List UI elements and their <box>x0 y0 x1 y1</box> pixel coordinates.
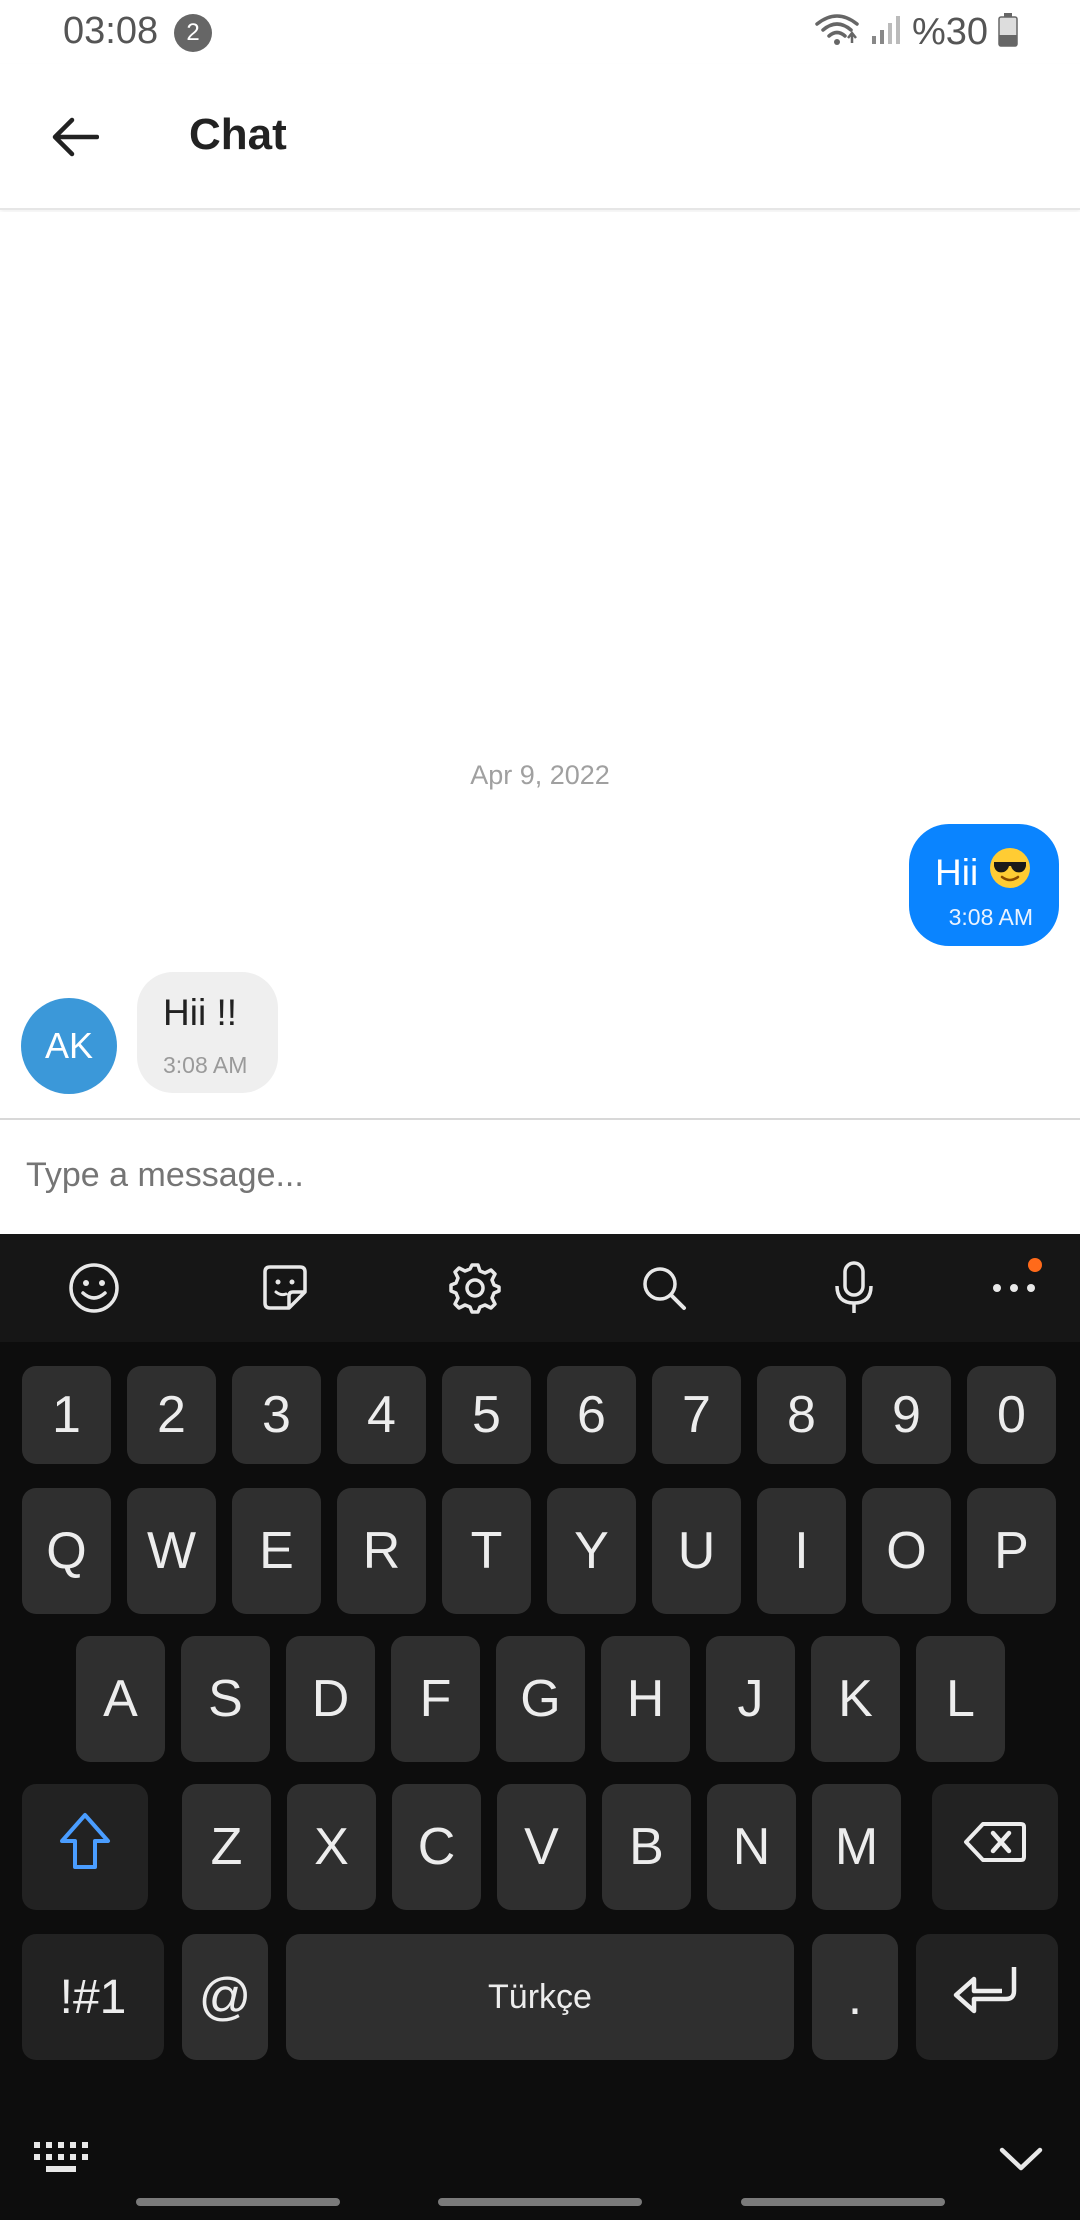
key-e[interactable]: E <box>232 1488 321 1614</box>
key-t[interactable]: T <box>442 1488 531 1614</box>
enter-icon <box>952 1963 1022 2032</box>
wifi-icon <box>814 12 860 53</box>
chat-messages[interactable]: Apr 9, 2022 Hii 3:08 AM AK Hii !! 3:08 A… <box>0 212 1080 1118</box>
key-9[interactable]: 9 <box>862 1366 951 1464</box>
at-key[interactable]: @ <box>182 1934 268 2060</box>
key-o[interactable]: O <box>862 1488 951 1614</box>
key-m[interactable]: M <box>812 1784 901 1910</box>
sticker-icon[interactable] <box>255 1258 315 1318</box>
key-0[interactable]: 0 <box>967 1366 1056 1464</box>
enter-key[interactable] <box>916 1934 1058 2060</box>
key-w[interactable]: W <box>127 1488 216 1614</box>
key-c[interactable]: C <box>392 1784 481 1910</box>
key-8[interactable]: 8 <box>757 1366 846 1464</box>
key-u[interactable]: U <box>652 1488 741 1614</box>
outgoing-message-content: Hii <box>935 846 1032 899</box>
key-7[interactable]: 7 <box>652 1366 741 1464</box>
key-x[interactable]: X <box>287 1784 376 1910</box>
battery-percent: %30 <box>911 10 988 53</box>
key-g[interactable]: G <box>496 1636 585 1762</box>
notification-dot <box>1028 1258 1042 1272</box>
key-n[interactable]: N <box>707 1784 796 1910</box>
status-icons: %30 <box>814 8 1018 56</box>
date-separator: Apr 9, 2022 <box>470 760 610 790</box>
key-p[interactable]: P <box>967 1488 1056 1614</box>
microphone-icon[interactable] <box>824 1258 884 1318</box>
key-f[interactable]: F <box>391 1636 480 1762</box>
app-bar: Chat <box>0 64 1080 210</box>
key-1[interactable]: 1 <box>22 1366 111 1464</box>
key-b[interactable]: B <box>602 1784 691 1910</box>
incoming-message-time: 3:08 AM <box>163 1052 248 1078</box>
key-a[interactable]: A <box>76 1636 165 1762</box>
key-k[interactable]: K <box>811 1636 900 1762</box>
key-z[interactable]: Z <box>182 1784 271 1910</box>
shift-key[interactable] <box>22 1784 148 1910</box>
page-title: Chat <box>189 110 287 159</box>
search-icon[interactable] <box>634 1258 694 1318</box>
shift-arrow-icon <box>58 1811 112 1884</box>
outgoing-message-text: Hii <box>935 851 979 893</box>
sunglasses-emoji-icon <box>988 846 1032 899</box>
avatar[interactable]: AK <box>21 998 117 1094</box>
keyboard-switch-icon[interactable] <box>32 2140 88 2179</box>
key-d[interactable]: D <box>286 1636 375 1762</box>
key-s[interactable]: S <box>181 1636 270 1762</box>
back-arrow-icon <box>51 117 100 162</box>
keyboard-toolbar <box>0 1234 1080 1342</box>
key-r[interactable]: R <box>337 1488 426 1614</box>
outgoing-message-bubble[interactable]: Hii 3:08 AM <box>909 824 1059 946</box>
battery-icon <box>998 12 1018 52</box>
nav-home-pill[interactable] <box>438 2198 642 2206</box>
key-y[interactable]: Y <box>547 1488 636 1614</box>
key-h[interactable]: H <box>601 1636 690 1762</box>
back-button[interactable] <box>40 104 110 174</box>
key-i[interactable]: I <box>757 1488 846 1614</box>
incoming-message-text: Hii !! <box>163 992 237 1033</box>
message-input[interactable] <box>26 1156 1056 1195</box>
key-4[interactable]: 4 <box>337 1366 426 1464</box>
nav-recent-pill[interactable] <box>136 2198 340 2206</box>
space-key[interactable]: Türkçe <box>286 1934 794 2060</box>
key-q[interactable]: Q <box>22 1488 111 1614</box>
key-2[interactable]: 2 <box>127 1366 216 1464</box>
settings-icon[interactable] <box>445 1258 505 1318</box>
chevron-down-icon[interactable] <box>998 2144 1044 2179</box>
nav-back-pill[interactable] <box>741 2198 945 2206</box>
more-icon[interactable] <box>984 1258 1044 1318</box>
signal-icon <box>870 14 902 51</box>
key-3[interactable]: 3 <box>232 1366 321 1464</box>
outgoing-message-time: 3:08 AM <box>948 904 1033 930</box>
period-key[interactable]: . <box>812 1934 898 2060</box>
message-composer <box>0 1118 1080 1234</box>
emoji-icon[interactable] <box>64 1258 124 1318</box>
key-6[interactable]: 6 <box>547 1366 636 1464</box>
status-time: 03:08 <box>63 10 159 52</box>
backspace-icon <box>963 1817 1027 1877</box>
symbols-key[interactable]: !#1 <box>22 1934 164 2060</box>
key-v[interactable]: V <box>497 1784 586 1910</box>
keyboard: 1234567890 QWERTYUIOP ASDFGHJKL ZXCVBNM !#1… <box>0 1234 1080 2220</box>
status-bar: 03:08 2 %30 <box>0 0 1080 64</box>
backspace-key[interactable] <box>932 1784 1058 1910</box>
key-5[interactable]: 5 <box>442 1366 531 1464</box>
key-l[interactable]: L <box>916 1636 1005 1762</box>
incoming-message-bubble[interactable]: Hii !! 3:08 AM <box>137 972 278 1093</box>
notification-count-badge: 2 <box>174 14 212 52</box>
key-j[interactable]: J <box>706 1636 795 1762</box>
